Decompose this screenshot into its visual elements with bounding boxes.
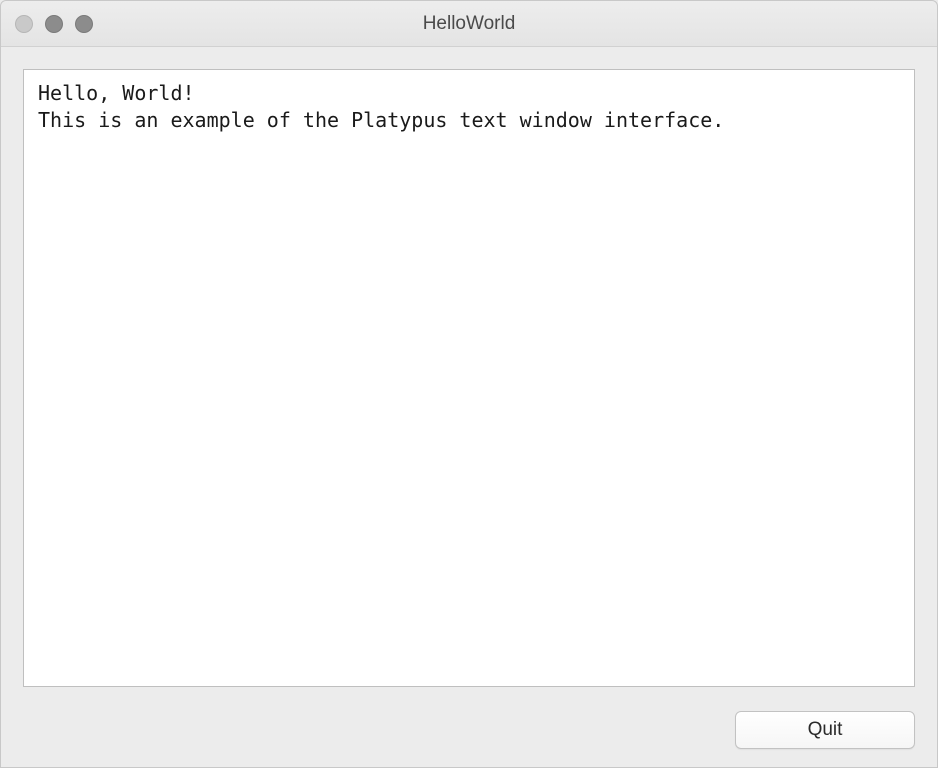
window-title: HelloWorld: [1, 13, 937, 35]
zoom-icon[interactable]: [75, 15, 93, 33]
traffic-lights: [15, 15, 93, 33]
close-icon[interactable]: [15, 15, 33, 33]
quit-button[interactable]: Quit: [735, 711, 915, 749]
button-bar: Quit: [1, 699, 937, 767]
text-output[interactable]: Hello, World! This is an example of the …: [23, 69, 915, 687]
content-area: Hello, World! This is an example of the …: [1, 47, 937, 699]
titlebar[interactable]: HelloWorld: [1, 1, 937, 47]
app-window: HelloWorld Hello, World! This is an exam…: [0, 0, 938, 768]
minimize-icon[interactable]: [45, 15, 63, 33]
